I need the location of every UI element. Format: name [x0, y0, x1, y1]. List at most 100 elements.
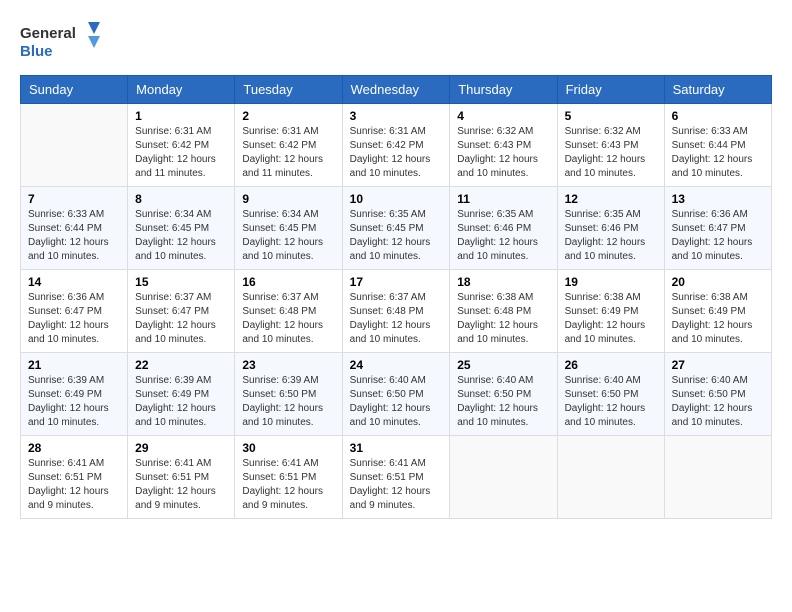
day-number: 21 — [28, 358, 120, 372]
calendar-cell: 3 Sunrise: 6:31 AMSunset: 6:42 PMDaylight… — [342, 104, 450, 187]
day-number: 20 — [672, 275, 764, 289]
week-row-2: 7 Sunrise: 6:33 AMSunset: 6:44 PMDaylight… — [21, 187, 772, 270]
day-info: Sunrise: 6:39 AMSunset: 6:50 PMDaylight:… — [242, 374, 334, 430]
column-header-sunday: Sunday — [21, 76, 128, 104]
logo-svg: General Blue — [20, 20, 100, 65]
day-number: 18 — [457, 275, 549, 289]
week-row-4: 21 Sunrise: 6:39 AMSunset: 6:49 PMDayligh… — [21, 353, 772, 436]
day-number: 19 — [565, 275, 657, 289]
calendar-table: SundayMondayTuesdayWednesdayThursdayFrid… — [20, 75, 772, 519]
day-number: 12 — [565, 192, 657, 206]
calendar-cell: 14Sunrise: 6:36 AMSunset: 6:47 PMDayligh… — [21, 270, 128, 353]
calendar-cell: 6Sunrise: 6:33 AMSunset: 6:44 PMDaylight… — [664, 104, 771, 187]
day-info: Sunrise: 6:35 AMSunset: 6:45 PMDaylight:… — [350, 208, 443, 264]
day-info: Sunrise: 6:41 AMSunset: 6:51 PMDaylight:… — [350, 457, 443, 513]
day-number: 25 — [457, 358, 549, 372]
calendar-cell — [664, 436, 771, 519]
calendar-cell: 4 Sunrise: 6:32 AMSunset: 6:43 PMDaylight… — [450, 104, 557, 187]
week-row-3: 14Sunrise: 6:36 AMSunset: 6:47 PMDayligh… — [21, 270, 772, 353]
calendar-cell: 1 Sunrise: 6:31 AMSunset: 6:42 PMDaylight… — [128, 104, 235, 187]
day-info: Sunrise: 6:36 AMSunset: 6:47 PMDaylight:… — [28, 291, 120, 347]
day-number: 4 — [457, 109, 549, 123]
calendar-cell — [557, 436, 664, 519]
day-info: Sunrise: 6:41 AMSunset: 6:51 PMDaylight:… — [242, 457, 334, 513]
calendar-cell: 17 Sunrise: 6:37 AMSunset: 6:48 PMDayligh… — [342, 270, 450, 353]
week-row-5: 28 Sunrise: 6:41 AMSunset: 6:51 PMDayligh… — [21, 436, 772, 519]
calendar-cell: 11 Sunrise: 6:35 AMSunset: 6:46 PMDayligh… — [450, 187, 557, 270]
day-number: 9 — [242, 192, 334, 206]
day-number: 15 — [135, 275, 227, 289]
calendar-cell: 22Sunrise: 6:39 AMSunset: 6:49 PMDayligh… — [128, 353, 235, 436]
day-info: Sunrise: 6:37 AMSunset: 6:47 PMDaylight:… — [135, 291, 227, 347]
calendar-cell: 31 Sunrise: 6:41 AMSunset: 6:51 PMDayligh… — [342, 436, 450, 519]
day-info: Sunrise: 6:31 AMSunset: 6:42 PMDaylight:… — [350, 125, 443, 181]
day-info: Sunrise: 6:39 AMSunset: 6:49 PMDaylight:… — [28, 374, 120, 430]
calendar-cell: 2 Sunrise: 6:31 AMSunset: 6:42 PMDaylight… — [235, 104, 342, 187]
column-header-friday: Friday — [557, 76, 664, 104]
column-header-monday: Monday — [128, 76, 235, 104]
day-info: Sunrise: 6:37 AMSunset: 6:48 PMDaylight:… — [242, 291, 334, 347]
calendar-cell: 19 Sunrise: 6:38 AMSunset: 6:49 PMDayligh… — [557, 270, 664, 353]
day-info: Sunrise: 6:40 AMSunset: 6:50 PMDaylight:… — [350, 374, 443, 430]
logo: General Blue — [20, 20, 100, 65]
day-number: 16 — [242, 275, 334, 289]
calendar-cell: 12Sunrise: 6:35 AMSunset: 6:46 PMDayligh… — [557, 187, 664, 270]
day-info: Sunrise: 6:36 AMSunset: 6:47 PMDaylight:… — [672, 208, 764, 264]
day-number: 23 — [242, 358, 334, 372]
day-number: 29 — [135, 441, 227, 455]
day-info: Sunrise: 6:31 AMSunset: 6:42 PMDaylight:… — [242, 125, 334, 181]
calendar-cell: 25Sunrise: 6:40 AMSunset: 6:50 PMDayligh… — [450, 353, 557, 436]
calendar-cell: 16 Sunrise: 6:37 AMSunset: 6:48 PMDayligh… — [235, 270, 342, 353]
calendar-cell: 28 Sunrise: 6:41 AMSunset: 6:51 PMDayligh… — [21, 436, 128, 519]
day-number: 24 — [350, 358, 443, 372]
column-header-wednesday: Wednesday — [342, 76, 450, 104]
day-number: 30 — [242, 441, 334, 455]
day-info: Sunrise: 6:41 AMSunset: 6:51 PMDaylight:… — [135, 457, 227, 513]
calendar-cell: 10 Sunrise: 6:35 AMSunset: 6:45 PMDayligh… — [342, 187, 450, 270]
day-info: Sunrise: 6:41 AMSunset: 6:51 PMDaylight:… — [28, 457, 120, 513]
calendar-cell: 8Sunrise: 6:34 AMSunset: 6:45 PMDaylight… — [128, 187, 235, 270]
day-info: Sunrise: 6:33 AMSunset: 6:44 PMDaylight:… — [28, 208, 120, 264]
day-info: Sunrise: 6:40 AMSunset: 6:50 PMDaylight:… — [565, 374, 657, 430]
column-header-saturday: Saturday — [664, 76, 771, 104]
calendar-cell — [450, 436, 557, 519]
day-number: 11 — [457, 192, 549, 206]
day-info: Sunrise: 6:37 AMSunset: 6:48 PMDaylight:… — [350, 291, 443, 347]
calendar-cell: 5 Sunrise: 6:32 AMSunset: 6:43 PMDaylight… — [557, 104, 664, 187]
day-number: 7 — [28, 192, 120, 206]
day-info: Sunrise: 6:40 AMSunset: 6:50 PMDaylight:… — [672, 374, 764, 430]
day-info: Sunrise: 6:31 AMSunset: 6:42 PMDaylight:… — [135, 125, 227, 181]
calendar-cell: 13 Sunrise: 6:36 AMSunset: 6:47 PMDayligh… — [664, 187, 771, 270]
svg-text:General: General — [20, 25, 76, 42]
day-number: 31 — [350, 441, 443, 455]
calendar-cell: 20 Sunrise: 6:38 AMSunset: 6:49 PMDayligh… — [664, 270, 771, 353]
calendar-cell: 7 Sunrise: 6:33 AMSunset: 6:44 PMDaylight… — [21, 187, 128, 270]
day-number: 1 — [135, 109, 227, 123]
calendar-cell: 24 Sunrise: 6:40 AMSunset: 6:50 PMDayligh… — [342, 353, 450, 436]
calendar-cell: 23 Sunrise: 6:39 AMSunset: 6:50 PMDayligh… — [235, 353, 342, 436]
day-number: 2 — [242, 109, 334, 123]
day-number: 10 — [350, 192, 443, 206]
svg-text:Blue: Blue — [20, 43, 53, 60]
day-info: Sunrise: 6:38 AMSunset: 6:49 PMDaylight:… — [672, 291, 764, 347]
day-info: Sunrise: 6:32 AMSunset: 6:43 PMDaylight:… — [457, 125, 549, 181]
day-info: Sunrise: 6:35 AMSunset: 6:46 PMDaylight:… — [457, 208, 549, 264]
day-number: 26 — [565, 358, 657, 372]
day-number: 17 — [350, 275, 443, 289]
day-info: Sunrise: 6:38 AMSunset: 6:48 PMDaylight:… — [457, 291, 549, 347]
day-number: 28 — [28, 441, 120, 455]
day-number: 8 — [135, 192, 227, 206]
day-number: 13 — [672, 192, 764, 206]
calendar-cell: 18 Sunrise: 6:38 AMSunset: 6:48 PMDayligh… — [450, 270, 557, 353]
day-number: 22 — [135, 358, 227, 372]
calendar-cell: 29 Sunrise: 6:41 AMSunset: 6:51 PMDayligh… — [128, 436, 235, 519]
column-header-tuesday: Tuesday — [235, 76, 342, 104]
day-info: Sunrise: 6:32 AMSunset: 6:43 PMDaylight:… — [565, 125, 657, 181]
calendar-cell: 21 Sunrise: 6:39 AMSunset: 6:49 PMDayligh… — [21, 353, 128, 436]
day-info: Sunrise: 6:34 AMSunset: 6:45 PMDaylight:… — [242, 208, 334, 264]
day-number: 5 — [565, 109, 657, 123]
column-header-thursday: Thursday — [450, 76, 557, 104]
day-number: 3 — [350, 109, 443, 123]
day-number: 27 — [672, 358, 764, 372]
day-info: Sunrise: 6:38 AMSunset: 6:49 PMDaylight:… — [565, 291, 657, 347]
